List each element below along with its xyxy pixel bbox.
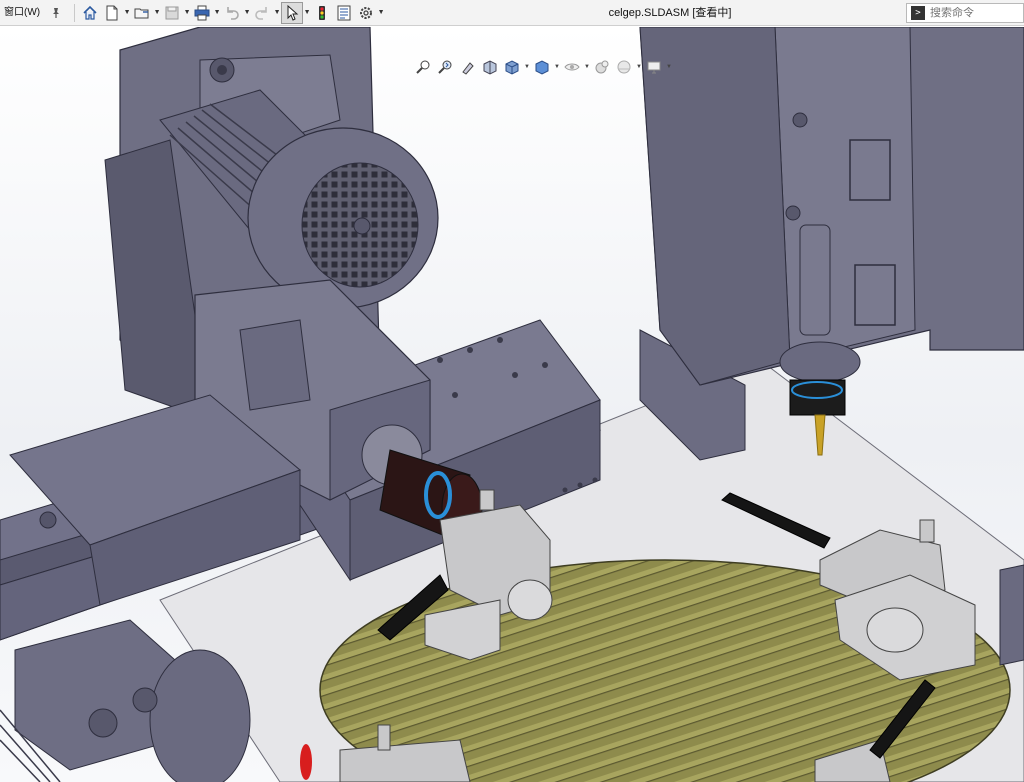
new-file-icon[interactable] (101, 2, 123, 24)
save-icon[interactable] (161, 2, 183, 24)
heads-up-view-toolbar: ▼ ▼ ▼ ▼ ▼ (414, 57, 672, 77)
select-arrow-icon[interactable] (281, 1, 304, 24)
view-orientation-icon[interactable] (502, 57, 522, 77)
view-settings-icon[interactable] (644, 57, 664, 77)
file-properties-icon[interactable] (333, 2, 355, 24)
print-icon[interactable] (191, 2, 213, 24)
zoom-to-area-icon[interactable] (436, 57, 456, 77)
main-toolbar: 窗口(W) ▼ ▼ ▼ ▼ ▼ ▼ ▼ ▼ celgep.SLDASM [查看中… (0, 0, 1024, 26)
view-orientation-dropdown-icon[interactable]: ▼ (524, 64, 530, 70)
save-dropdown-chevron-icon[interactable]: ▼ (183, 2, 191, 24)
search-commands-input[interactable] (930, 7, 1020, 19)
apply-scene-dropdown-icon[interactable]: ▼ (636, 64, 642, 70)
document-title: celgep.SLDASM [查看中] (608, 7, 732, 19)
redo-dropdown-chevron-icon[interactable]: ▼ (273, 2, 281, 24)
display-style-dropdown-icon[interactable]: ▼ (554, 64, 560, 70)
select-dropdown-chevron-icon[interactable]: ▼ (303, 2, 311, 24)
search-box[interactable]: > (906, 3, 1024, 23)
hide-show-dropdown-icon[interactable]: ▼ (584, 64, 590, 70)
display-style-icon[interactable] (532, 57, 552, 77)
open-folder-icon[interactable] (131, 2, 153, 24)
hide-show-icon[interactable] (562, 57, 582, 77)
apply-scene-icon[interactable] (614, 57, 634, 77)
print-dropdown-chevron-icon[interactable]: ▼ (213, 2, 221, 24)
graphics-viewport[interactable]: ▼ ▼ ▼ ▼ ▼ (0, 27, 1024, 782)
zoom-to-fit-icon[interactable] (414, 57, 434, 77)
options-dropdown-chevron-icon[interactable]: ▼ (377, 2, 385, 24)
undo-dropdown-chevron-icon[interactable]: ▼ (243, 2, 251, 24)
options-gear-icon[interactable] (355, 2, 377, 24)
menu-window[interactable]: 窗口(W) (0, 0, 44, 26)
undo-icon[interactable] (221, 2, 243, 24)
pin-icon[interactable] (48, 5, 64, 21)
redo-icon[interactable] (251, 2, 273, 24)
home-icon[interactable] (79, 2, 101, 24)
assembly-model-render[interactable] (0, 27, 1024, 782)
command-prompt-icon: > (911, 6, 925, 20)
edit-appearance-icon[interactable] (592, 57, 612, 77)
view-settings-dropdown-icon[interactable]: ▼ (666, 64, 672, 70)
section-view-icon[interactable] (480, 57, 500, 77)
open-dropdown-chevron-icon[interactable]: ▼ (153, 2, 161, 24)
previous-view-icon[interactable] (458, 57, 478, 77)
rebuild-traffic-light-icon[interactable] (311, 2, 333, 24)
red-marker (300, 744, 312, 780)
new-dropdown-chevron-icon[interactable]: ▼ (123, 2, 131, 24)
toolbar-separator (74, 3, 76, 22)
